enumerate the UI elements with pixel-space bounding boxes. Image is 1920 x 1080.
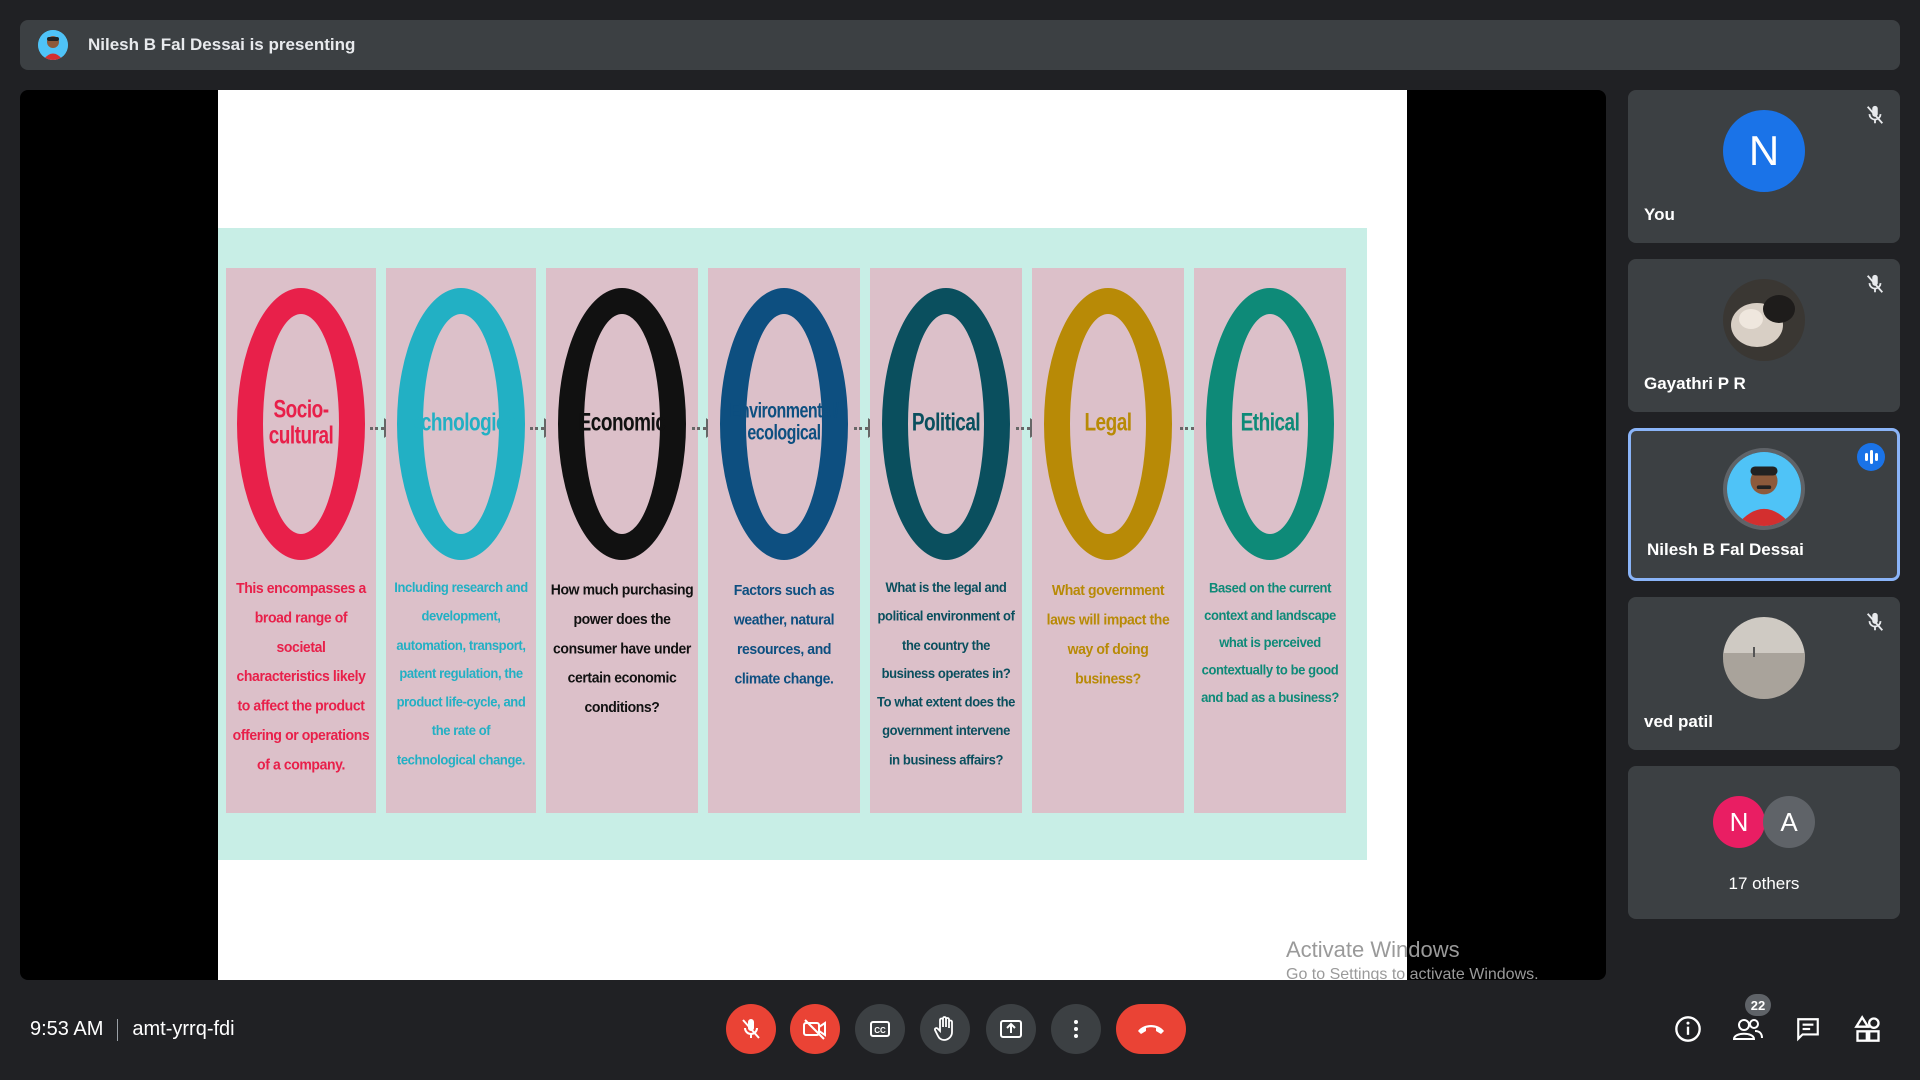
participant-tile-nilesh[interactable]: Nilesh B Fal Dessai (1628, 428, 1900, 581)
card-desc: Based on the current context and landsca… (1201, 580, 1339, 705)
card-economic: Economic How much purchasing power does … (546, 268, 698, 813)
avatar: N (1723, 110, 1805, 192)
people-icon (1733, 1019, 1763, 1040)
card-environmental: Environmental/ ecological Factors such a… (708, 268, 860, 813)
card-title: Political (911, 409, 981, 438)
presentation-stage: Socio-cultural This encompasses a broad … (20, 90, 1606, 980)
card-ethical: Ethical Based on the current context and… (1194, 268, 1346, 813)
presenter-avatar (38, 30, 68, 60)
avatar (1723, 279, 1805, 361)
chat-button[interactable] (1793, 1014, 1823, 1044)
pestle-diagram: Socio-cultural This encompasses a broad … (218, 228, 1367, 860)
mic-off-icon (1866, 105, 1884, 124)
clock: 9:53 AM (30, 1018, 104, 1040)
participant-name: Nilesh B Fal Dessai (1647, 540, 1804, 559)
presenting-banner: Nilesh B Fal Dessai is presenting (20, 20, 1900, 70)
card-desc: Factors such as weather, natural resourc… (733, 581, 835, 687)
others-count: 17 others (1728, 874, 1800, 893)
present-screen-button[interactable] (986, 1004, 1036, 1054)
present-icon (1000, 1020, 1022, 1038)
card-desc: How much purchasing power does the consu… (550, 580, 694, 716)
technological-ring: Technological (397, 288, 525, 560)
card-desc: This encompasses a broad range of societ… (232, 579, 370, 773)
meeting-code: amt-yrrq-fdi (132, 1018, 235, 1040)
mic-off-icon (742, 1019, 760, 1039)
participant-tile-gayathri[interactable]: Gayathri P R (1628, 259, 1900, 412)
hang-up-icon (1138, 1025, 1164, 1034)
activities-icon (1854, 1015, 1880, 1042)
legal-ring: Legal (1044, 288, 1172, 560)
presenting-text: Nilesh B Fal Dessai is presenting (88, 35, 356, 54)
ethical-ring: Ethical (1206, 288, 1334, 560)
chat-icon (1797, 1018, 1819, 1042)
mic-off-icon (1866, 612, 1884, 631)
avatar (1723, 448, 1805, 530)
participant-tile-ved[interactable]: ved patil (1628, 597, 1900, 750)
microphone-button[interactable] (726, 1004, 776, 1054)
card-technological: Technological Including research and dev… (386, 268, 536, 813)
card-title: Technological (401, 409, 521, 438)
hand-icon (934, 1016, 953, 1041)
card-socio-cultural: Socio-cultural This encompasses a broad … (226, 268, 376, 813)
others-avatar-a: A (1763, 796, 1815, 848)
leave-call-button[interactable] (1116, 1004, 1186, 1054)
captions-button[interactable]: CC (855, 1004, 905, 1054)
activate-windows-title: Activate Windows (1286, 937, 1460, 962)
shared-slide: Socio-cultural This encompasses a broad … (218, 90, 1407, 980)
card-title: Economic (578, 409, 666, 438)
meeting-info: 9:53 AM amt-yrrq-fdi (30, 1018, 235, 1041)
others-tile[interactable]: N A 17 others (1628, 766, 1900, 919)
avatar (1723, 617, 1805, 699)
card-legal: Legal What government laws will impact t… (1032, 268, 1184, 813)
people-count-badge: 22 (1745, 994, 1771, 1016)
speaking-indicator-icon (1857, 443, 1885, 471)
card-desc: What government laws will impact the way… (1046, 581, 1170, 687)
participant-name: Gayathri P R (1644, 374, 1746, 393)
divider (117, 1018, 119, 1041)
svg-text:CC: CC (874, 1026, 886, 1035)
card-title: Ethical (1240, 409, 1300, 438)
others-avatar-n: N (1713, 796, 1765, 848)
socio-cultural-ring: Socio-cultural (237, 288, 365, 560)
more-vert-icon (1074, 1020, 1078, 1038)
participant-tile-you[interactable]: N You (1628, 90, 1900, 243)
political-ring: Political (882, 288, 1010, 560)
card-desc: What is the legal and political environm… (877, 579, 1015, 768)
participant-name: ved patil (1644, 712, 1713, 731)
closed-captions-icon: CC (870, 1021, 890, 1037)
camera-off-icon (803, 1019, 826, 1040)
mic-off-icon (1866, 274, 1884, 293)
card-title: Legal (1084, 409, 1132, 438)
activities-button[interactable] (1853, 1014, 1883, 1044)
card-political: Political What is the legal and politica… (870, 268, 1022, 813)
people-button[interactable] (1733, 1014, 1763, 1044)
environmental-ring: Environmental/ ecological (720, 288, 848, 560)
card-title: Socio-cultural (268, 396, 334, 450)
participant-name: You (1644, 205, 1675, 224)
card-desc: Including research and development, auto… (394, 579, 528, 768)
card-title: Environmental/ ecological (729, 400, 839, 445)
camera-button[interactable] (790, 1004, 840, 1054)
economic-ring: Economic (558, 288, 686, 560)
raise-hand-button[interactable] (920, 1004, 970, 1054)
more-options-button[interactable] (1051, 1004, 1101, 1054)
meeting-details-button[interactable] (1673, 1014, 1703, 1044)
activate-windows-subtitle: Go to Settings to activate Windows. (1286, 966, 1539, 980)
info-icon (1675, 1016, 1701, 1042)
